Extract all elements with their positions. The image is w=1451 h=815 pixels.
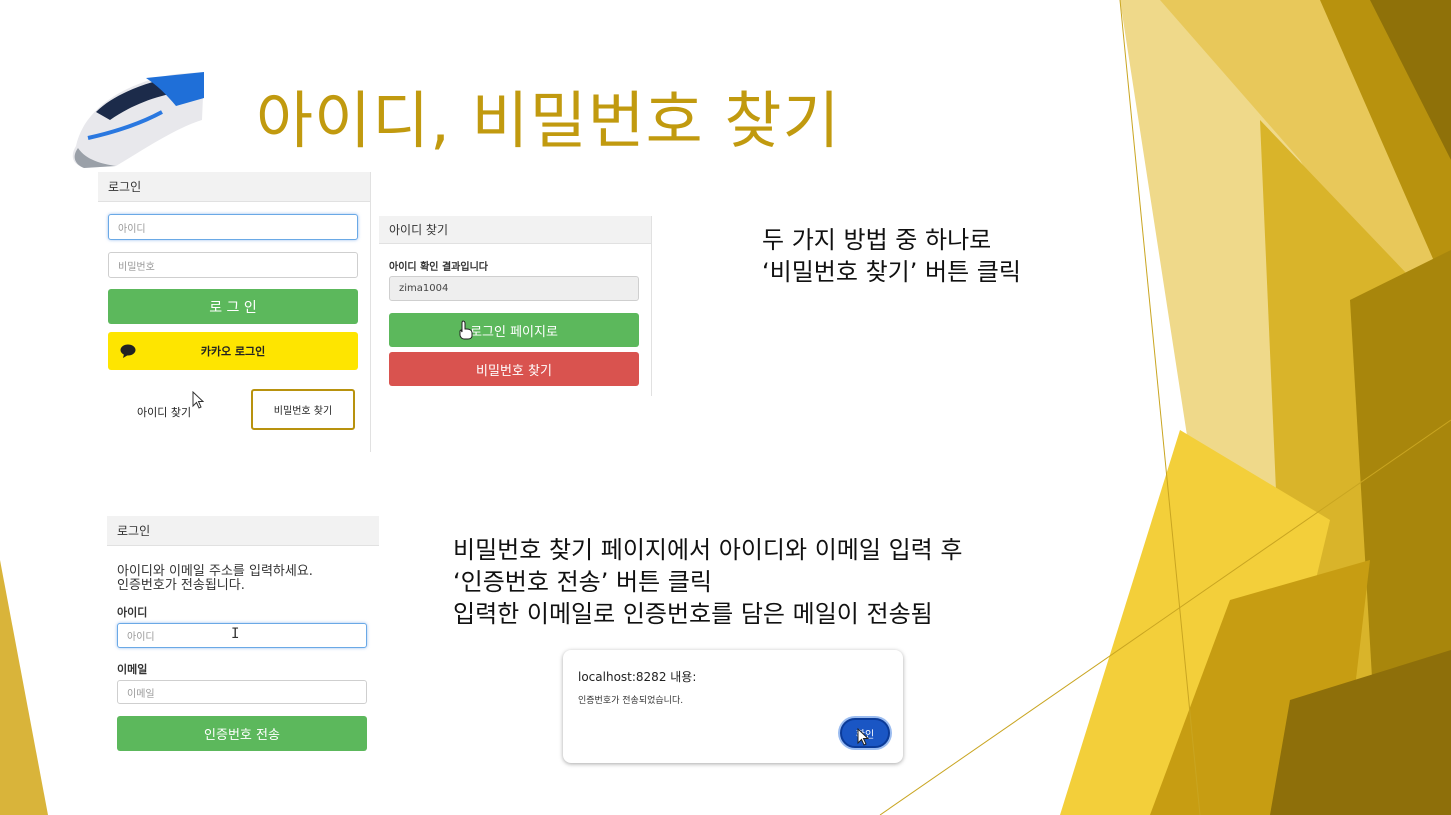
- text-cursor-icon: I: [231, 626, 240, 642]
- arrow-cursor-icon: [192, 391, 204, 409]
- instruction-line: ‘인증번호 전송’ 버튼 클릭: [453, 568, 712, 596]
- login-page-button[interactable]: 로그인 페이지로: [389, 313, 639, 347]
- send-code-button[interactable]: 인증번호 전송: [117, 716, 367, 751]
- alert-dialog: localhost:8282 내용: 인증번호가 전송되었습니다. 확인: [563, 650, 903, 763]
- instruction-line: 비밀번호 찾기 페이지에서 아이디와 이메일 입력 후: [453, 536, 963, 564]
- hand-pointer-icon: [459, 320, 473, 340]
- password-instruction: 아이디와 이메일 주소를 입력하세요. 인증번호가 전송됩니다.: [117, 565, 313, 593]
- instruction-line: 인증번호가 전송됩니다.: [117, 578, 245, 593]
- find-id-panel-header: 아이디 찾기: [379, 216, 651, 244]
- email-input[interactable]: 이메일: [117, 680, 367, 704]
- find-id-link[interactable]: 아이디 찾기: [137, 404, 191, 420]
- password-input[interactable]: 비밀번호: [108, 252, 358, 278]
- email-label: 이메일: [117, 663, 148, 676]
- slide-title: 아이디, 비밀번호 찾기: [256, 84, 841, 157]
- kakao-login-label: 카카오 로그인: [200, 345, 266, 358]
- instruction-line: 아이디와 이메일 주소를 입력하세요.: [117, 564, 313, 579]
- instruction-text-2: 비밀번호 찾기 페이지에서 아이디와 이메일 입력 후 ‘인증번호 전송’ 버튼…: [453, 534, 962, 630]
- pw-id-input[interactable]: 아이디: [117, 623, 367, 648]
- arrow-cursor-icon-2: [857, 728, 869, 746]
- id-input[interactable]: 아이디: [108, 214, 358, 240]
- id-result-field: zima1004: [389, 276, 639, 301]
- login-button[interactable]: 로 그 인: [108, 289, 358, 324]
- find-password-button[interactable]: 비밀번호 찾기: [251, 389, 355, 430]
- id-result-label: 아이디 확인 결과입니다: [389, 262, 488, 273]
- alert-title: localhost:8282 내용:: [578, 670, 697, 684]
- speech-bubble-icon: [120, 344, 136, 358]
- login-panel-header: 로그인: [98, 172, 370, 202]
- ktx-train-image: [72, 72, 204, 168]
- kakao-login-button[interactable]: 카카오 로그인: [108, 332, 358, 370]
- find-password-button-2[interactable]: 비밀번호 찾기: [389, 352, 639, 386]
- id-label: 아이디: [117, 606, 148, 619]
- instruction-line: 두 가지 방법 중 하나로: [762, 226, 992, 254]
- password-panel-header: 로그인: [107, 516, 379, 546]
- instruction-text-1: 두 가지 방법 중 하나로 ‘비밀번호 찾기’ 버튼 클릭: [762, 224, 1021, 288]
- alert-message: 인증번호가 전송되었습니다.: [578, 696, 684, 706]
- instruction-line: ‘비밀번호 찾기’ 버튼 클릭: [762, 258, 1021, 286]
- instruction-line: 입력한 이메일로 인증번호를 담은 메일이 전송됨: [453, 600, 933, 628]
